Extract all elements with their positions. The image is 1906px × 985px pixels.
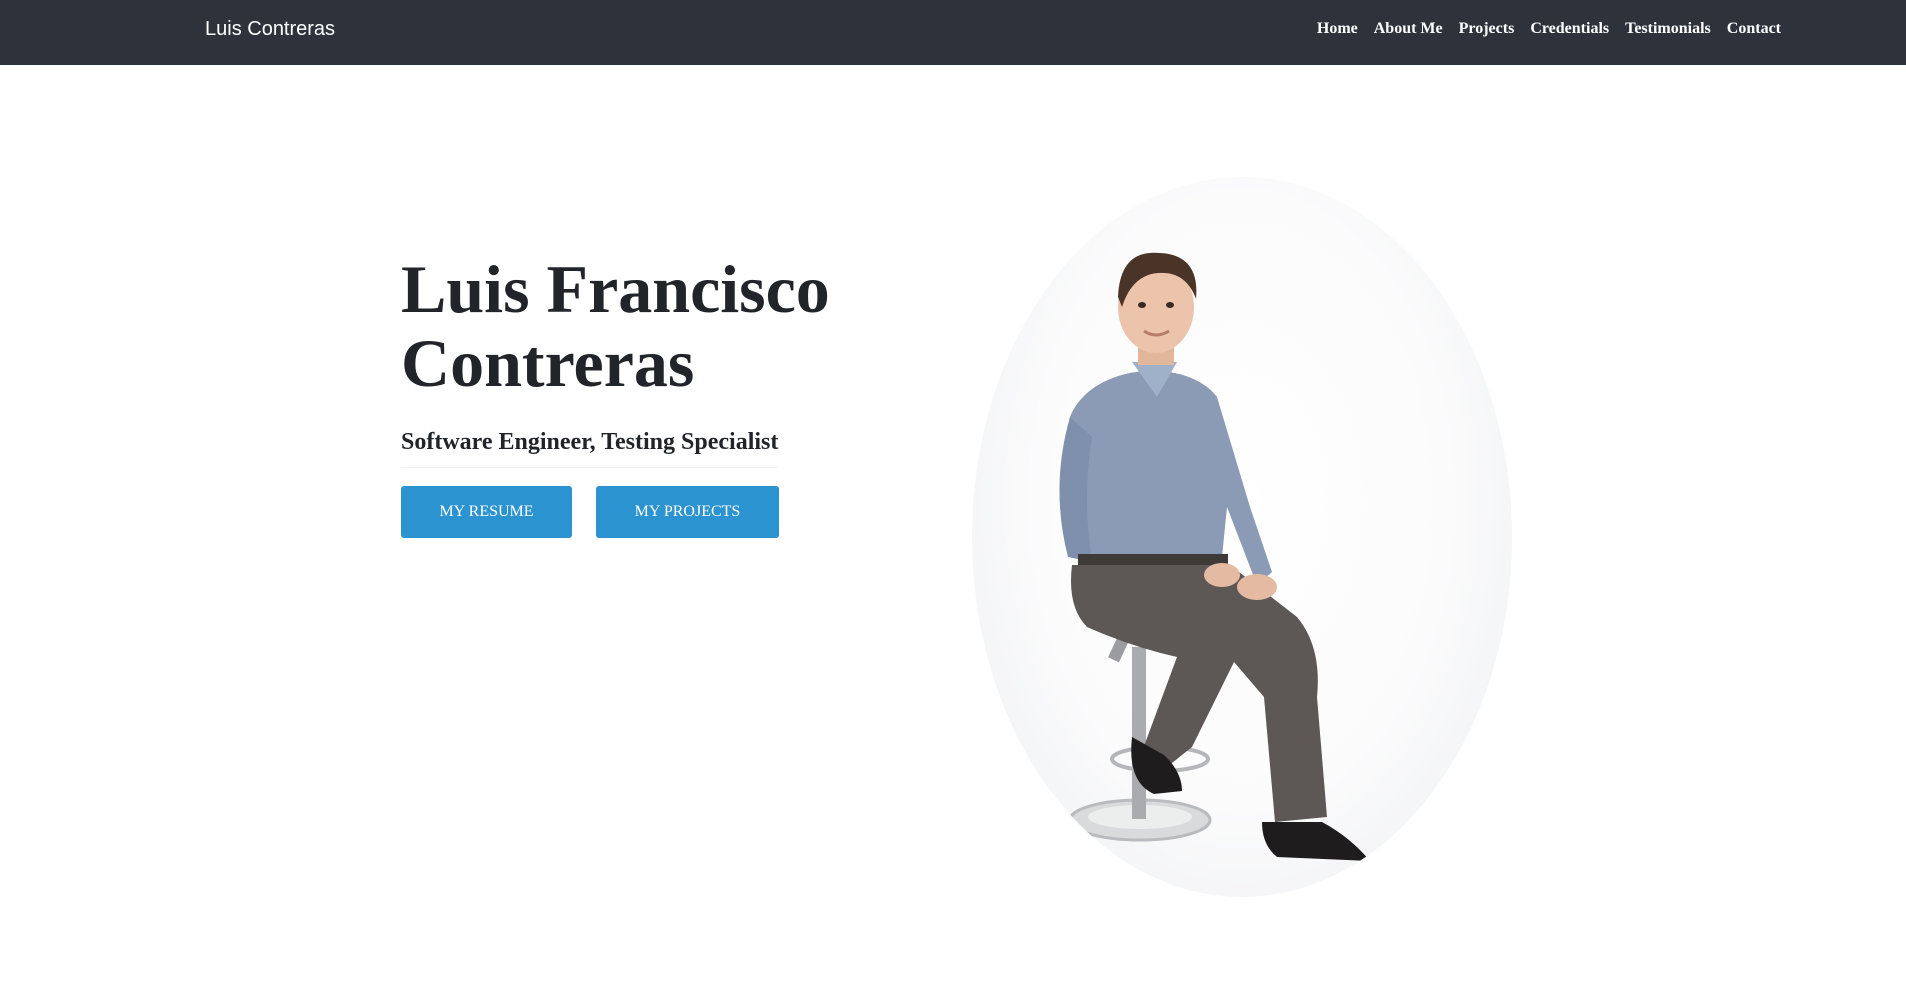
nav-links: Home About Me Projects Credentials Testi… [1301, 18, 1781, 40]
nav-link-home[interactable]: Home [1317, 18, 1358, 40]
nav-link-contact[interactable]: Contact [1727, 18, 1781, 40]
nav-link-projects[interactable]: Projects [1459, 18, 1515, 40]
my-projects-button[interactable]: MY PROJECTS [596, 486, 779, 538]
brand-link[interactable]: Luis Contreras [205, 15, 335, 43]
hero-section: Luis Francisco Contreras Software Engine… [401, 252, 841, 538]
hero-title: Luis Francisco Contreras [401, 252, 841, 400]
hero-title-line1: Luis Francisco [401, 251, 830, 327]
hero-subtitle: Software Engineer, Testing Specialist [401, 429, 779, 455]
my-resume-button[interactable]: MY RESUME [401, 486, 572, 538]
person-photo-icon [1059, 252, 1370, 861]
nav-link-credentials[interactable]: Credentials [1530, 18, 1609, 40]
hero-divider [401, 467, 779, 468]
hero-title-line2: Contreras [401, 325, 695, 401]
top-navbar: Luis Contreras Home About Me Projects Cr… [0, 0, 1906, 65]
hero-buttons: MY RESUME MY PROJECTS [401, 486, 779, 538]
nav-link-testimonials[interactable]: Testimonials [1625, 18, 1711, 40]
profile-photo [972, 177, 1512, 897]
nav-link-about-me[interactable]: About Me [1374, 18, 1443, 40]
